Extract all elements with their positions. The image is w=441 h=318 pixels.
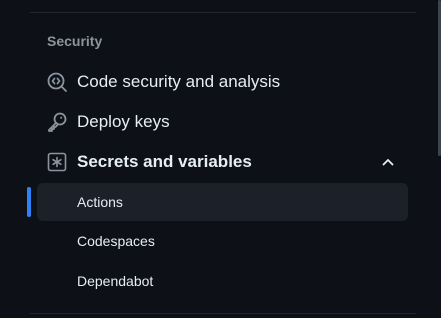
chevron-up-icon[interactable] — [380, 154, 396, 170]
sidebar-subitem-codespaces[interactable]: Codespaces — [37, 222, 408, 260]
codescan-icon — [46, 71, 68, 93]
sidebar-item-deploy-keys[interactable]: Deploy keys — [36, 103, 408, 141]
sidebar-subitem-dependabot[interactable]: Dependabot — [37, 262, 408, 300]
sidebar-item-secrets-and-variables[interactable]: Secrets and variables — [36, 143, 408, 181]
sidebar-subitem-actions[interactable]: Actions — [37, 183, 408, 221]
sidebar-item-label: Deploy keys — [77, 112, 170, 131]
sidebar-subitem-label: Codespaces — [77, 233, 155, 249]
section-heading-security: Security — [47, 33, 103, 49]
top-divider — [30, 12, 416, 13]
active-item-indicator — [27, 187, 31, 217]
sidebar-item-code-security[interactable]: Code security and analysis — [36, 63, 408, 101]
sidebar-subitem-label: Dependabot — [77, 273, 154, 289]
bottom-divider — [30, 313, 416, 314]
sidebar-subitem-label: Actions — [77, 194, 123, 210]
asterisk-icon — [46, 151, 68, 173]
sidebar-item-label: Secrets and variables — [77, 152, 252, 171]
key-icon — [46, 111, 68, 133]
sidebar-item-label: Code security and analysis — [77, 72, 281, 91]
